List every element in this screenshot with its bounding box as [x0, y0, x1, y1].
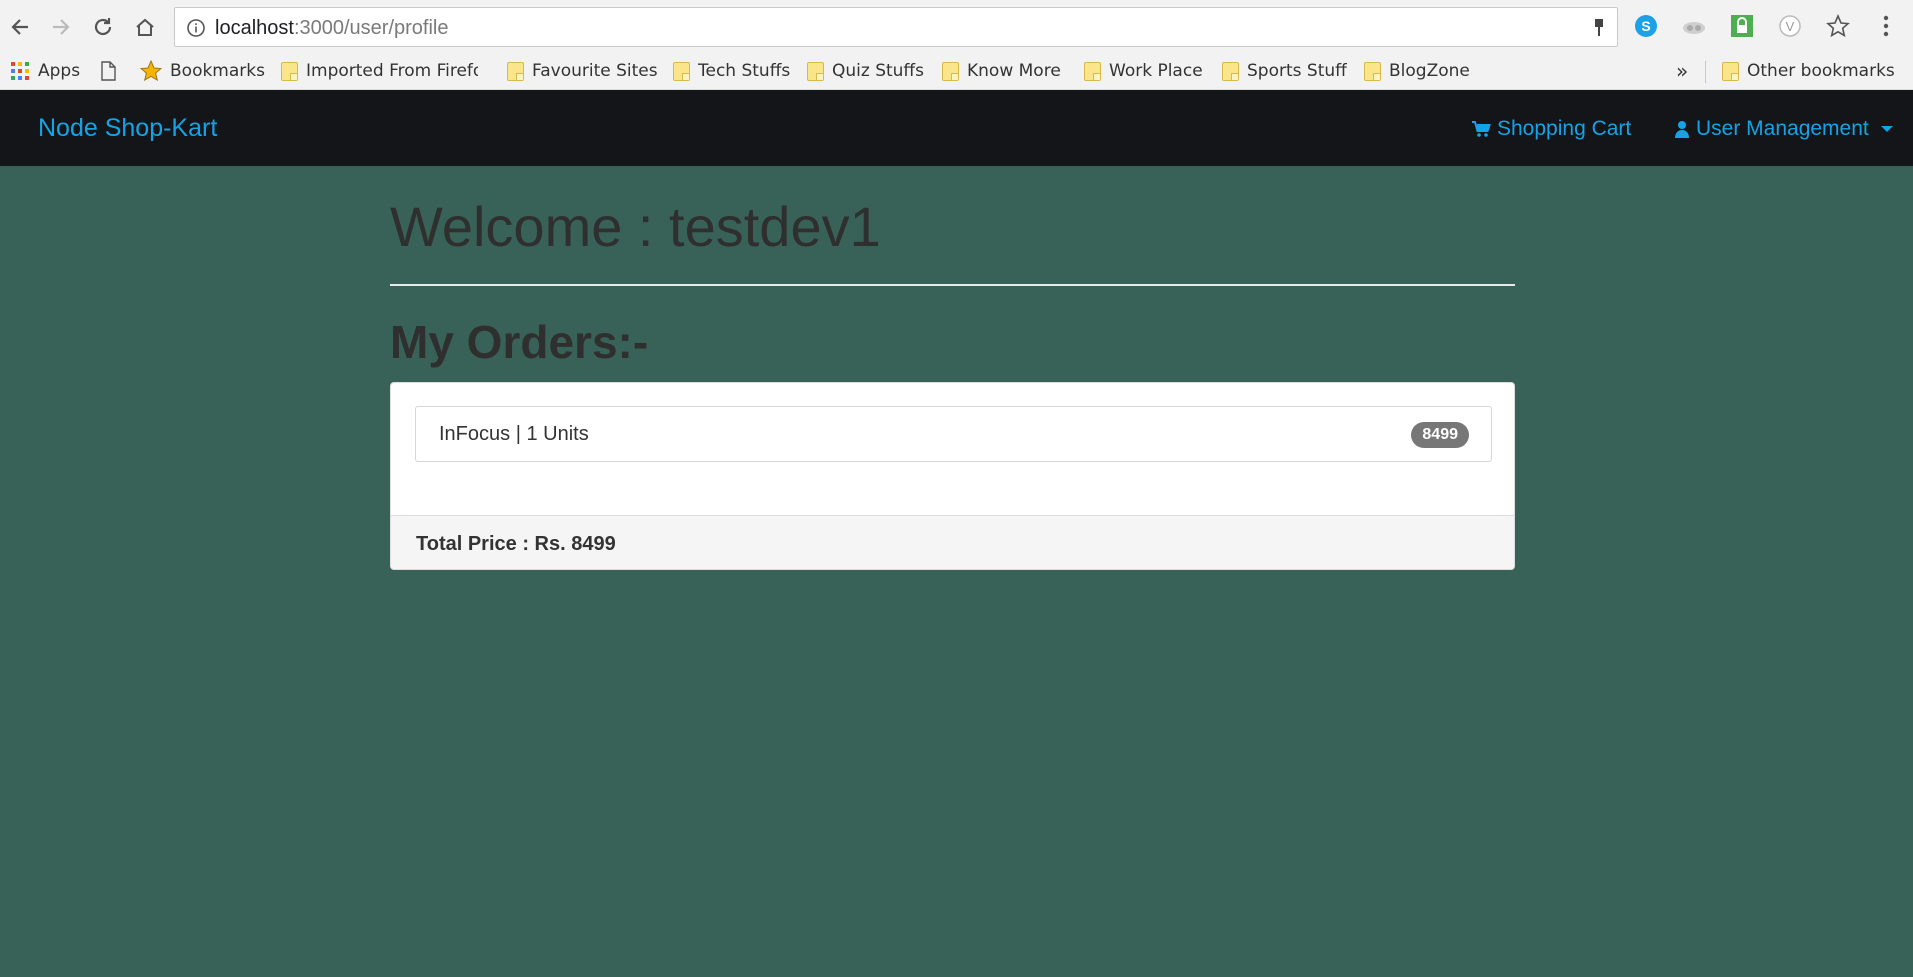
incognito-extension-icon[interactable]	[1680, 12, 1708, 40]
svg-text:S: S	[1641, 18, 1650, 34]
bookmark-sports-stuff[interactable]: Sports Stuff	[1221, 58, 1347, 84]
browser-toolbar: localhost:3000/user/profile S V	[0, 0, 1913, 53]
folder-icon	[1363, 61, 1381, 81]
folder-icon	[941, 61, 959, 81]
brand-link[interactable]: Node Shop-Kart	[38, 114, 217, 143]
bookmark-label: Tech Stuffs	[698, 61, 791, 81]
bookmark-other-bookmarks[interactable]: Other bookmarks	[1721, 58, 1895, 84]
vimeo-extension-icon[interactable]: V	[1776, 12, 1804, 40]
star-icon	[140, 60, 162, 82]
folder-icon	[280, 61, 298, 81]
forward-button[interactable]	[44, 10, 78, 44]
price-badge: 8499	[1411, 422, 1469, 448]
url-path: :3000/user/profile	[293, 17, 449, 39]
order-item-text: InFocus | 1 Units	[439, 423, 589, 445]
forward-arrow-icon	[53, 19, 70, 35]
svg-text:V: V	[1786, 19, 1795, 34]
reload-icon	[94, 18, 112, 36]
site-info-icon[interactable]	[186, 18, 206, 43]
bookmark-label: Favourite Sites	[532, 61, 658, 81]
folder-icon	[1721, 61, 1739, 81]
folder-icon	[672, 61, 690, 81]
bookmark-quiz-stuffs[interactable]: Quiz Stuffs	[806, 58, 924, 84]
bookmark-label: Work Place	[1109, 61, 1203, 81]
bookmark-label: BlogZone	[1389, 61, 1470, 81]
bookmark-label: Apps	[38, 61, 81, 81]
app-navbar: Node Shop-Kart Shopping Cart User Manage…	[0, 90, 1913, 166]
key-icon[interactable]	[1591, 17, 1607, 44]
apps-grid-icon	[11, 62, 29, 80]
bookmark-label: Quiz Stuffs	[832, 61, 925, 81]
url-host: localhost	[215, 17, 294, 39]
bookmark-bookmarks[interactable]: Bookmarks	[140, 58, 265, 84]
welcome-heading: Welcome : testdev1	[390, 195, 881, 258]
url-text: localhost:3000/user/profile	[215, 17, 448, 40]
total-price: Total Price : Rs. 8499	[416, 533, 616, 555]
overflow-chevron: »	[1676, 59, 1689, 83]
bookmark-label: Imported From Firefox	[306, 61, 478, 81]
user-management-dropdown[interactable]: User Management	[1674, 117, 1893, 141]
orders-heading: My Orders:-	[390, 316, 649, 368]
bookmarks-overflow-button[interactable]: »	[1676, 58, 1688, 84]
folder-icon	[506, 61, 524, 81]
folder-icon	[806, 61, 824, 81]
user-management-label: User Management	[1696, 117, 1869, 140]
bookmark-apps[interactable]: Apps	[10, 58, 80, 84]
bookmarks-bar: Apps Bookmarks Imported From Firefox Fav…	[0, 53, 1913, 90]
bookmark-label: Other bookmarks	[1747, 61, 1895, 81]
orders-panel: InFocus | 1 Units 8499 Total Price : Rs.…	[390, 382, 1515, 570]
home-button[interactable]	[128, 10, 162, 44]
bookmark-label: Sports Stuff	[1247, 61, 1347, 81]
bookmark-label: Bookmarks	[170, 61, 265, 81]
orders-panel-footer: Total Price : Rs. 8499	[391, 515, 1514, 569]
back-button[interactable]	[3, 10, 37, 44]
shopping-cart-label: Shopping Cart	[1497, 117, 1632, 140]
reload-button[interactable]	[86, 10, 120, 44]
page-icon	[101, 61, 116, 81]
menu-kebab-icon[interactable]	[1872, 12, 1900, 40]
bookmark-label: Know More	[967, 61, 1061, 81]
bookmark-favourite-sites[interactable]: Favourite Sites	[506, 58, 658, 84]
bookmark-page[interactable]	[100, 58, 116, 84]
shopping-cart-icon	[1472, 121, 1491, 137]
divider	[390, 284, 1515, 286]
folder-icon	[1083, 61, 1101, 81]
bookmarks-divider	[1705, 61, 1706, 83]
back-arrow-icon	[11, 19, 28, 35]
bookmark-star-icon[interactable]	[1824, 12, 1852, 40]
shopping-cart-link[interactable]: Shopping Cart	[1471, 117, 1631, 141]
skype-icon[interactable]: S	[1632, 12, 1660, 40]
bookmark-tech-stuffs[interactable]: Tech Stuffs	[672, 58, 790, 84]
bookmark-work-place[interactable]: Work Place	[1083, 58, 1203, 84]
lock-extension-icon[interactable]	[1728, 12, 1756, 40]
folder-icon	[1221, 61, 1239, 81]
bookmark-know-more[interactable]: Know More	[941, 58, 1061, 84]
chevron-down-icon	[1880, 126, 1893, 132]
order-list-item: InFocus | 1 Units 8499	[415, 406, 1492, 462]
user-icon	[1675, 121, 1689, 138]
home-icon	[136, 18, 154, 36]
bookmark-imported-from-firefox[interactable]: Imported From Firefox	[280, 58, 478, 84]
address-bar[interactable]: localhost:3000/user/profile	[174, 7, 1618, 47]
bookmark-blogzone[interactable]: BlogZone	[1363, 58, 1470, 84]
